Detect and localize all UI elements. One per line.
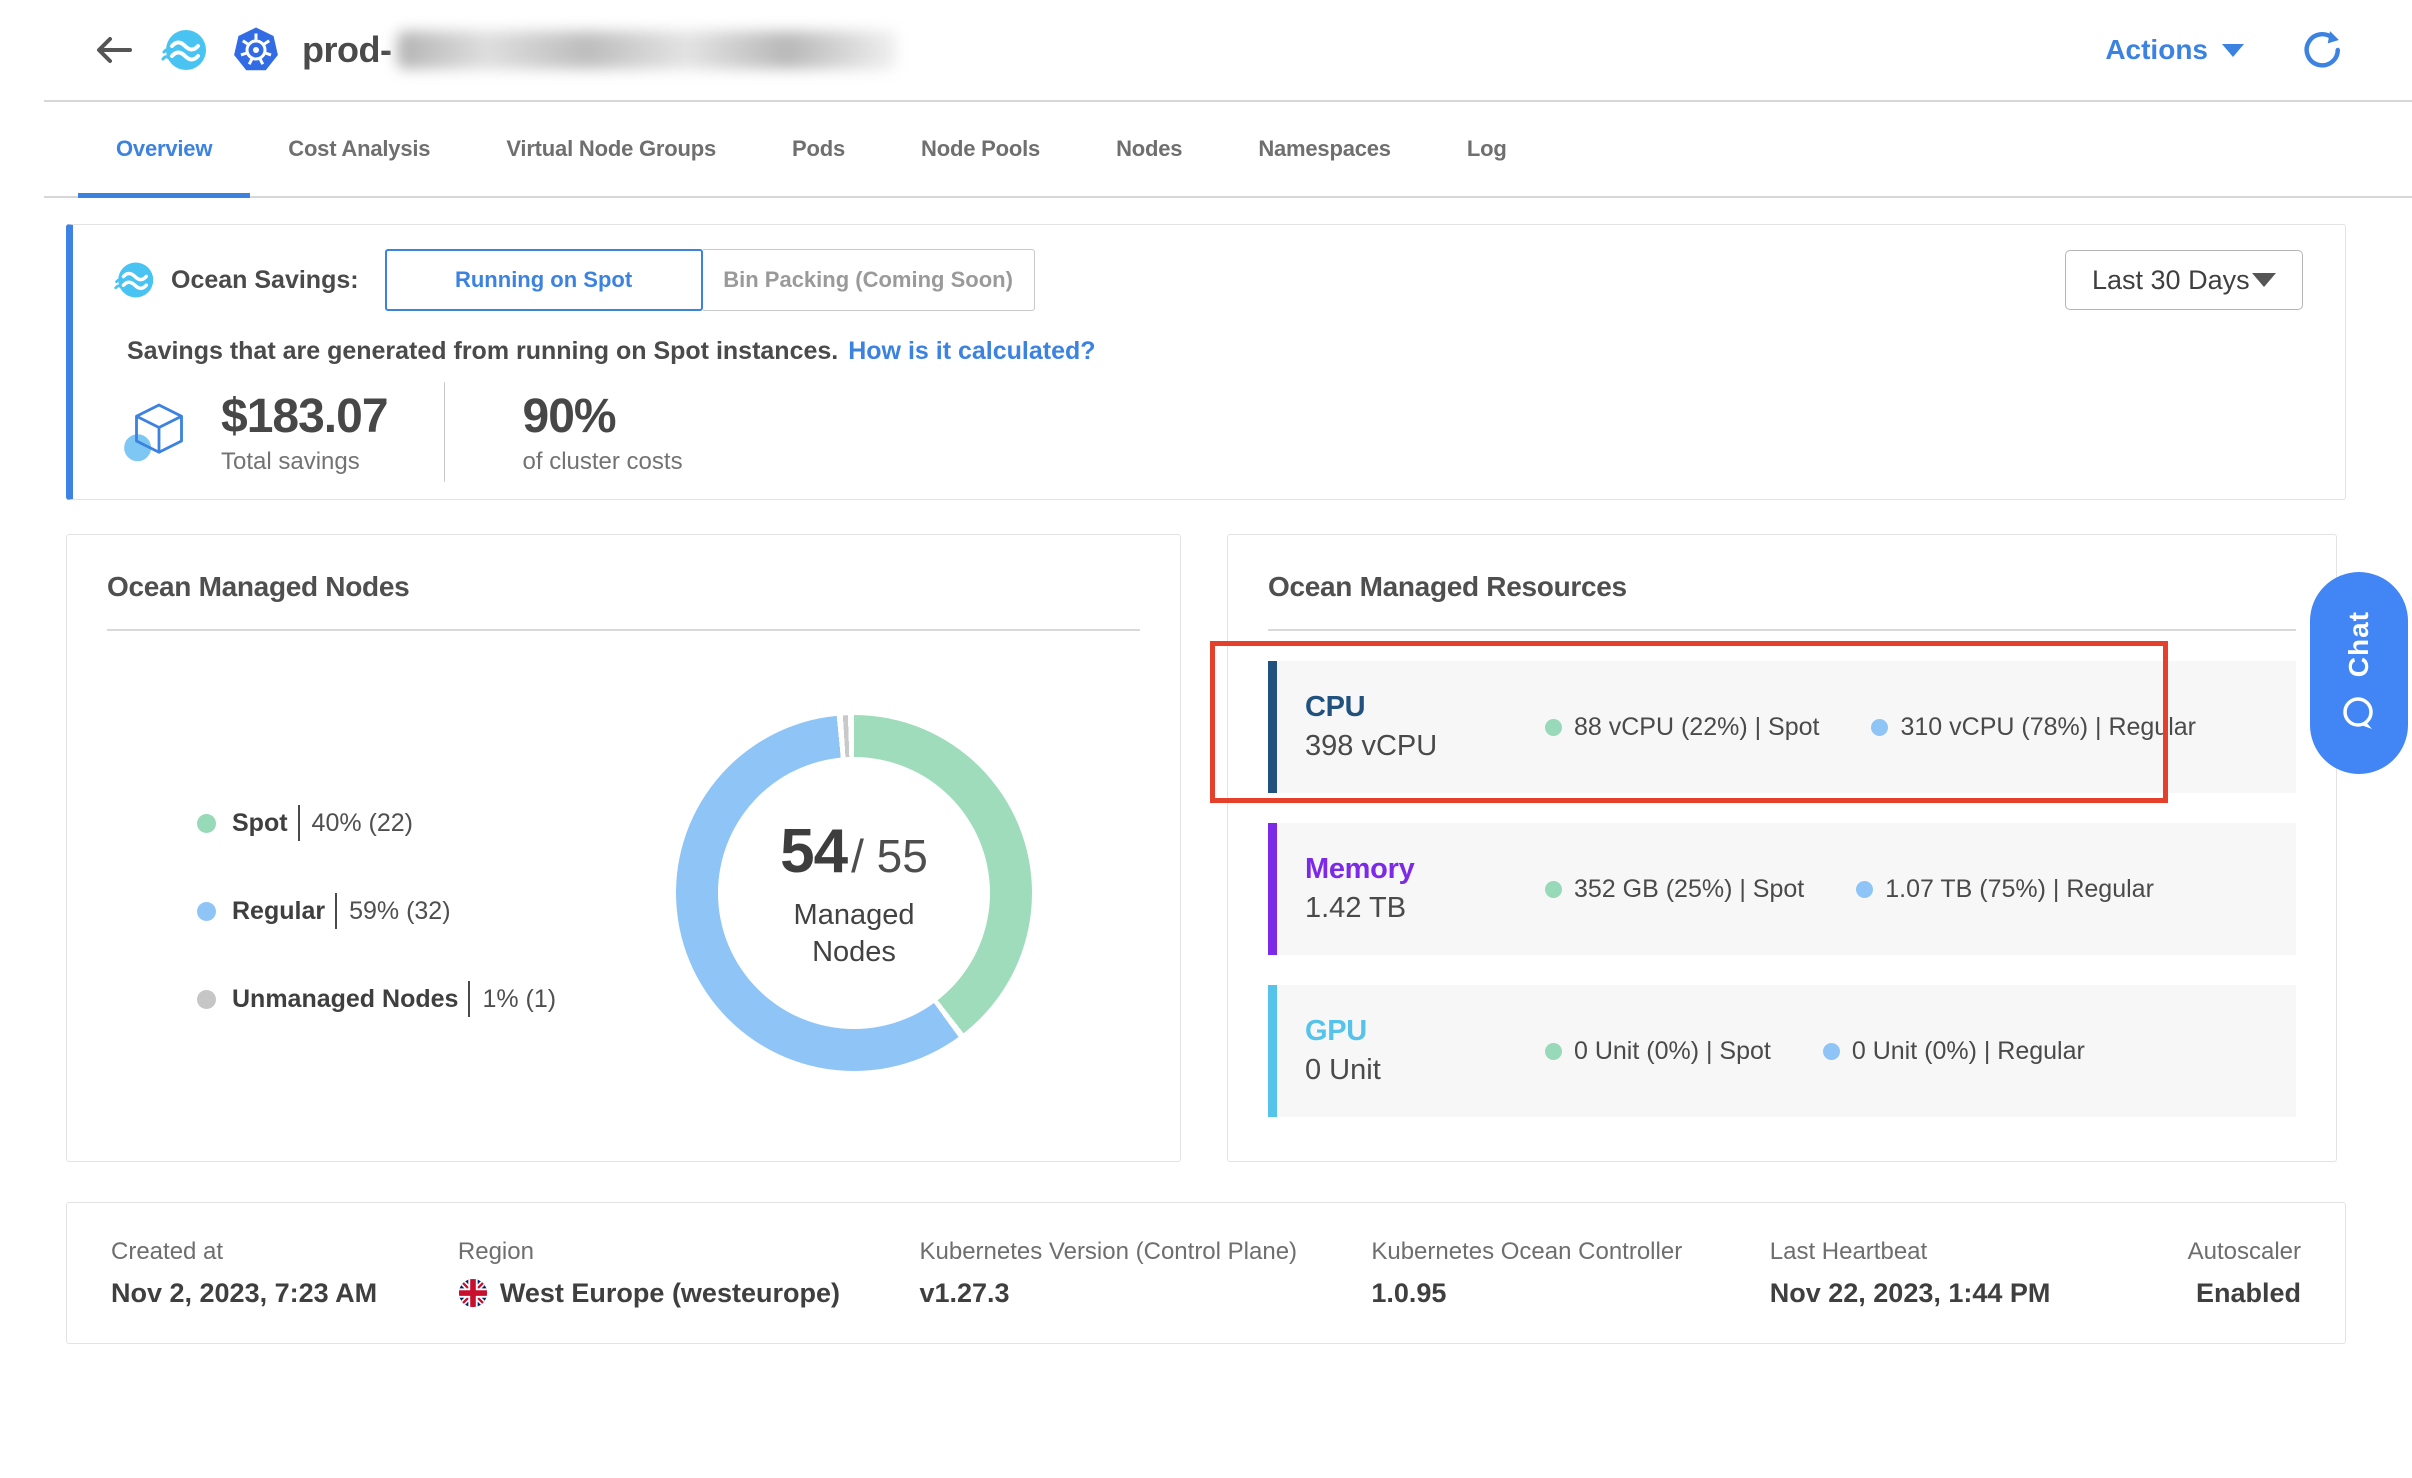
autoscaler-status: Enabled (2188, 1278, 2301, 1309)
tab-virtual-node-groups[interactable]: Virtual Node Groups (468, 100, 754, 198)
ocean-managed-resources-card: Ocean Managed Resources CPU 398 vCPU 88 … (1227, 534, 2337, 1162)
managed-count: 54 (780, 816, 847, 887)
donut-caption: Managed Nodes (764, 897, 944, 970)
period-dropdown-value: Last 30 Days (2092, 265, 2250, 296)
header-actions: Actions (2105, 30, 2340, 70)
managed-resources-title: Ocean Managed Resources (1268, 571, 2296, 603)
card-divider (107, 629, 1140, 631)
spot-dot-icon (197, 814, 216, 833)
ocean-savings-icon (113, 259, 155, 301)
info-autoscaler: Autoscaler Enabled (2188, 1238, 2301, 1309)
spot-dot-icon (1545, 1043, 1562, 1060)
kubernetes-logo-icon (232, 26, 280, 74)
memory-total: 1.42 TB (1305, 892, 1545, 925)
memory-label: Memory (1305, 853, 1545, 886)
cpu-total: 398 vCPU (1305, 730, 1545, 763)
running-on-spot-toggle[interactable]: Running on Spot (385, 249, 703, 311)
gpu-regular-stat: 0 Unit (0%) | Regular (1823, 1037, 2085, 1066)
gpu-label: GPU (1305, 1015, 1545, 1048)
savings-toggle-group: Running on Spot Bin Packing (Coming Soon… (385, 249, 1035, 311)
managed-nodes-title: Ocean Managed Nodes (107, 571, 1140, 603)
info-last-heartbeat: Last Heartbeat Nov 22, 2023, 1:44 PM (1770, 1238, 2188, 1309)
ocean-logo-icon (160, 26, 208, 74)
ocean-savings-label: Ocean Savings: (171, 266, 359, 295)
info-created-at: Created at Nov 2, 2023, 7:23 AM (111, 1238, 458, 1309)
savings-cube-icon (123, 396, 195, 468)
total-savings-metric: $183.07 Total savings (221, 389, 388, 476)
tab-overview[interactable]: Overview (78, 100, 250, 198)
cluster-name-prefix: prod- (302, 29, 391, 71)
chevron-down-icon (2222, 44, 2244, 57)
memory-spot-stat: 352 GB (25%) | Spot (1545, 875, 1804, 904)
cpu-regular-stat: 310 vCPU (78%) | Regular (1871, 713, 2196, 742)
back-button[interactable] (92, 28, 136, 72)
spot-dot-icon (1545, 881, 1562, 898)
period-dropdown[interactable]: Last 30 Days (2065, 250, 2303, 310)
uk-flag-icon (458, 1278, 488, 1308)
resource-row-cpu: CPU 398 vCPU 88 vCPU (22%) | Spot 310 vC… (1268, 661, 2296, 793)
info-k8s-version: Kubernetes Version (Control Plane) v1.27… (919, 1238, 1371, 1309)
arrow-left-icon (94, 34, 134, 66)
cluster-info-bar: Created at Nov 2, 2023, 7:23 AM Region (66, 1202, 2346, 1344)
cluster-overview-screen: prod- Actions Overview Cost Analysis Vir… (0, 0, 2412, 1478)
legend-item-spot: Spot 40% (22) (197, 805, 556, 841)
gpu-spot-stat: 0 Unit (0%) | Spot (1545, 1037, 1771, 1066)
total-savings-caption: Total savings (221, 448, 388, 476)
cluster-cost-caption: of cluster costs (523, 448, 683, 476)
tab-cost-analysis[interactable]: Cost Analysis (250, 100, 468, 198)
resource-row-memory: Memory 1.42 TB 352 GB (25%) | Spot 1.07 … (1268, 823, 2296, 955)
chat-bubble-icon (2338, 693, 2380, 735)
chevron-down-icon (2252, 273, 2276, 287)
cluster-name-redacted (397, 31, 897, 69)
nodes-legend: Spot 40% (22) Regular 59% (32) Unmanaged… (197, 805, 556, 1017)
resource-row-gpu: GPU 0 Unit 0 Unit (0%) | Spot 0 Unit (0%… (1268, 985, 2296, 1117)
cpu-label: CPU (1305, 691, 1545, 724)
bin-packing-toggle: Bin Packing (Coming Soon) (703, 249, 1035, 311)
regular-dot-icon (197, 902, 216, 921)
tab-log[interactable]: Log (1429, 100, 1545, 198)
tab-node-pools[interactable]: Node Pools (883, 100, 1078, 198)
metrics-divider (444, 382, 445, 482)
info-ocean-controller: Kubernetes Ocean Controller 1.0.95 (1371, 1238, 1769, 1309)
how-calculated-link[interactable]: How is it calculated? (848, 337, 1095, 365)
tab-namespaces[interactable]: Namespaces (1220, 100, 1429, 198)
info-region: Region West Europe (westeurope) (458, 1238, 920, 1309)
unmanaged-dot-icon (197, 990, 216, 1009)
savings-description: Savings that are generated from running … (113, 337, 2303, 366)
total-count: / 55 (851, 829, 928, 883)
tab-nodes[interactable]: Nodes (1078, 100, 1220, 198)
legend-item-unmanaged: Unmanaged Nodes 1% (1) (197, 981, 556, 1017)
tab-bar: Overview Cost Analysis Virtual Node Grou… (0, 100, 2412, 198)
chat-button[interactable]: Chat (2310, 572, 2408, 774)
card-divider (1268, 629, 2296, 631)
managed-nodes-donut: 54 / 55 Managed Nodes (676, 715, 1032, 1071)
total-savings-value: $183.07 (221, 389, 388, 444)
cluster-cost-metric: 90% of cluster costs (523, 389, 683, 476)
tabbar-divider (44, 196, 2412, 198)
refresh-button[interactable] (2300, 30, 2340, 70)
regular-dot-icon (1823, 1043, 1840, 1060)
cpu-spot-stat: 88 vCPU (22%) | Spot (1545, 713, 1819, 742)
cluster-cost-percent: 90% (523, 389, 683, 444)
ocean-savings-card: Ocean Savings: Running on Spot Bin Packi… (66, 224, 2346, 500)
legend-item-regular: Regular 59% (32) (197, 893, 556, 929)
actions-label: Actions (2105, 34, 2208, 66)
tab-pods[interactable]: Pods (754, 100, 883, 198)
regular-dot-icon (1871, 719, 1888, 736)
donut-center: 54 / 55 Managed Nodes (718, 757, 990, 1029)
main-content: Ocean Savings: Running on Spot Bin Packi… (0, 198, 2412, 1344)
chat-label: Chat (2343, 611, 2375, 677)
ocean-managed-nodes-card: Ocean Managed Nodes Spot 40% (22) Regula… (66, 534, 1181, 1162)
memory-regular-stat: 1.07 TB (75%) | Regular (1856, 875, 2154, 904)
regular-dot-icon (1856, 881, 1873, 898)
header: prod- Actions (0, 0, 2412, 100)
page-title: prod- (302, 29, 897, 71)
spot-dot-icon (1545, 719, 1562, 736)
gpu-total: 0 Unit (1305, 1054, 1545, 1087)
actions-button[interactable]: Actions (2105, 34, 2244, 66)
